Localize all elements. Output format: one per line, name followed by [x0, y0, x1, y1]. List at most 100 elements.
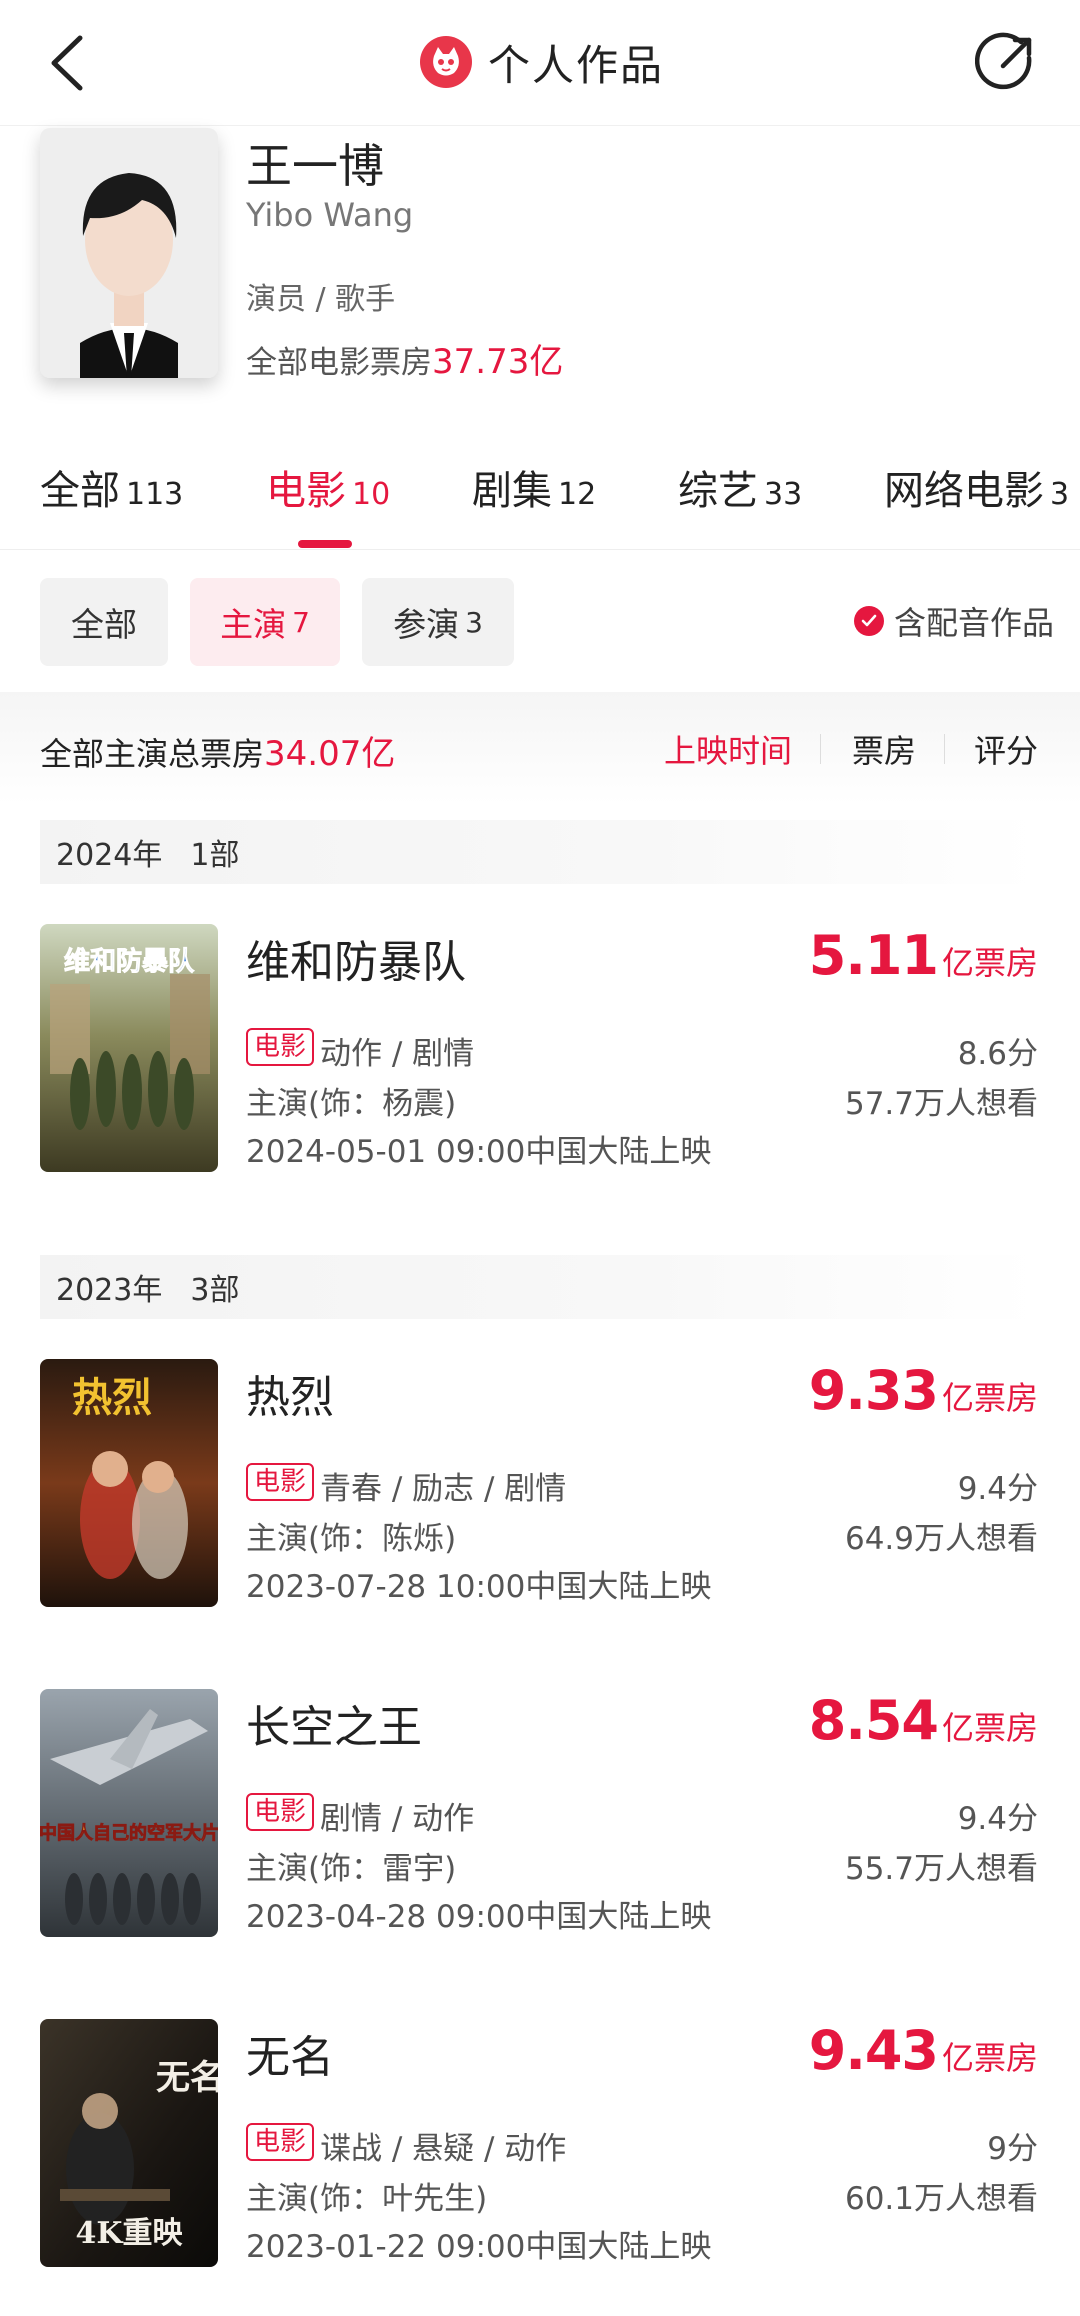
movie-type-badge: 电影 [246, 1463, 315, 1501]
tab-variety[interactable]: 综艺 33 [678, 458, 802, 516]
share-icon [974, 32, 1032, 90]
movie-card[interactable]: 无名 4K重映 无名 9.43 亿票房 电影 谍战 / 悬疑 / 动作 9分 主演… [0, 2019, 1080, 2279]
movie-genre: 动作 / 剧情 [320, 1036, 475, 1072]
boxoffice-value: 9.33 [808, 1359, 939, 1422]
movie-boxoffice: 5.11 亿票房 [809, 924, 1038, 987]
movie-score: 9分 [987, 2131, 1038, 2167]
sort-by-release-date[interactable]: 上映时间 [664, 726, 792, 772]
movie-poster[interactable]: 热烈 [40, 1359, 218, 1607]
tab-web-movies[interactable]: 网络电影 3 [884, 458, 1069, 516]
tab-movies[interactable]: 电影 10 [266, 458, 390, 516]
movie-score: 8.6分 [957, 1036, 1038, 1072]
year-section-header: 2024年 1部 [40, 820, 1040, 884]
filter-supporting-role[interactable]: 参演 3 [362, 578, 514, 666]
lead-boxoffice-summary: 全部主演总票房34.07亿 [40, 726, 395, 775]
tab-count: 10 [352, 477, 391, 512]
total-boxoffice: 全部电影票房37.73亿 [246, 334, 563, 383]
share-button[interactable] [974, 32, 1037, 94]
tab-count: 33 [764, 477, 803, 512]
poster-title-art: 维和防暴队 [64, 946, 195, 977]
movie-score: 9.4分 [957, 1471, 1038, 1507]
year-count: 3部 [190, 1273, 240, 1308]
summary-bar: 全部主演总票房34.07亿 上映时间 票房 评分 [0, 692, 1080, 804]
movie-poster[interactable]: 维和防暴队 [40, 924, 218, 1172]
actor-roles: 演员 / 歌手 [246, 282, 396, 317]
boxoffice-unit: 亿票房 [941, 944, 1038, 982]
movie-title: 无名 [246, 2032, 334, 2083]
sort-by-boxoffice[interactable]: 票房 [852, 726, 916, 772]
boxoffice-unit: 亿票房 [941, 1379, 1038, 1417]
filter-label: 主演 [220, 605, 287, 644]
tab-count: 12 [558, 477, 597, 512]
movie-want-count: 55.7万人想看 [844, 1851, 1038, 1887]
movie-role: 主演(饰：雷宇) [246, 1851, 457, 1887]
movie-title: 热烈 [246, 1372, 334, 1423]
boxoffice-value: 5.11 [808, 924, 939, 987]
include-dubbing-toggle[interactable]: 含配音作品 [854, 596, 1054, 646]
poster-calligraphy: 无名 [156, 2058, 218, 2098]
boxoffice-unit: 亿票房 [941, 2039, 1038, 2077]
filter-lead-role[interactable]: 主演 7 [190, 578, 340, 666]
tab-count: 113 [126, 477, 184, 512]
portrait-photo [40, 128, 218, 378]
maoyan-logo-icon [420, 36, 472, 88]
movie-poster[interactable]: 中国人自己的空军大片 [40, 1689, 218, 1937]
tab-label: 综艺 [678, 468, 758, 514]
boxoffice-unit: 亿票房 [941, 1709, 1038, 1747]
filter-count: 3 [465, 605, 483, 639]
movie-card[interactable]: 中国人自己的空军大片 长空之王 8.54 亿票房 电影 剧情 / 动作 9.4分 … [0, 1689, 1080, 1949]
page-title: 个人作品 [488, 40, 665, 90]
movie-card[interactable]: 热烈 热烈 9.33 亿票房 电影 青春 / 励志 / 剧情 9.4分 主演(饰：… [0, 1359, 1080, 1619]
sort-by-rating[interactable]: 评分 [974, 726, 1038, 772]
category-tabs: 全部 113 电影 10 剧集 12 综艺 33 网络电影 3 [0, 430, 1080, 550]
movie-want-count: 64.9万人想看 [844, 1521, 1038, 1557]
total-boxoffice-value: 37.73亿 [432, 342, 564, 382]
total-boxoffice-label: 全部电影票房 [246, 345, 432, 381]
back-button[interactable] [40, 30, 100, 96]
boxoffice-value: 9.43 [808, 2019, 939, 2082]
tab-all[interactable]: 全部 113 [40, 458, 183, 516]
movie-boxoffice: 9.33 亿票房 [809, 1359, 1038, 1422]
actor-name-english: Yibo Wang [246, 196, 414, 234]
movie-boxoffice: 8.54 亿票房 [809, 1689, 1038, 1752]
poster-title-art: 热烈 [72, 1374, 152, 1421]
year-section-header: 2023年 3部 [40, 1255, 1040, 1319]
movie-type-badge: 电影 [246, 1793, 315, 1831]
tab-label: 全部 [40, 468, 120, 514]
movie-genre: 谍战 / 悬疑 / 动作 [320, 2131, 567, 2167]
movie-genre: 青春 / 励志 / 剧情 [320, 1471, 567, 1507]
avatar[interactable] [40, 128, 218, 378]
poster-title-art: 4K重映 [76, 2216, 183, 2251]
movie-role: 主演(饰：杨震) [246, 1086, 457, 1122]
movie-role: 主演(饰：陈烁) [246, 1521, 457, 1557]
poster-title-art: 中国人自己的空军大片 [40, 1822, 218, 1844]
tab-label: 网络电影 [884, 468, 1044, 514]
checkmark-icon [854, 606, 884, 636]
tab-count: 3 [1050, 477, 1070, 512]
include-dubbing-label: 含配音作品 [894, 604, 1055, 642]
lead-boxoffice-value: 34.07亿 [264, 734, 396, 774]
filter-label: 参演 [393, 605, 460, 644]
movie-boxoffice: 9.43 亿票房 [809, 2019, 1038, 2082]
movie-type-badge: 电影 [246, 1028, 315, 1066]
top-bar: 个人作品 [0, 0, 1080, 126]
movie-type-badge: 电影 [246, 2123, 315, 2161]
movie-poster[interactable]: 无名 4K重映 [40, 2019, 218, 2267]
movie-release-date: 2023-07-28 10:00中国大陆上映 [246, 1569, 712, 1605]
sort-divider [820, 734, 821, 764]
movie-score: 9.4分 [957, 1801, 1038, 1837]
tab-series[interactable]: 剧集 12 [472, 458, 596, 516]
movie-release-date: 2024-05-01 09:00中国大陆上映 [246, 1134, 712, 1170]
movie-want-count: 60.1万人想看 [844, 2181, 1038, 2217]
lead-boxoffice-label: 全部主演总票房 [40, 735, 265, 773]
tab-label: 剧集 [472, 468, 552, 514]
actor-name: 王一博 [246, 139, 384, 193]
filter-all[interactable]: 全部 [40, 578, 168, 666]
movie-card[interactable]: 维和防暴队 维和防暴队 5.11 亿票房 电影 动作 / 剧情 8.6分 主演(饰… [0, 924, 1080, 1184]
chevron-left-icon [51, 35, 83, 91]
movie-role: 主演(饰：叶先生) [246, 2181, 488, 2217]
year-label: 2024年 [56, 838, 163, 873]
movie-genre: 剧情 / 动作 [320, 1801, 475, 1837]
movie-title: 维和防暴队 [246, 937, 466, 988]
boxoffice-value: 8.54 [808, 1689, 939, 1752]
